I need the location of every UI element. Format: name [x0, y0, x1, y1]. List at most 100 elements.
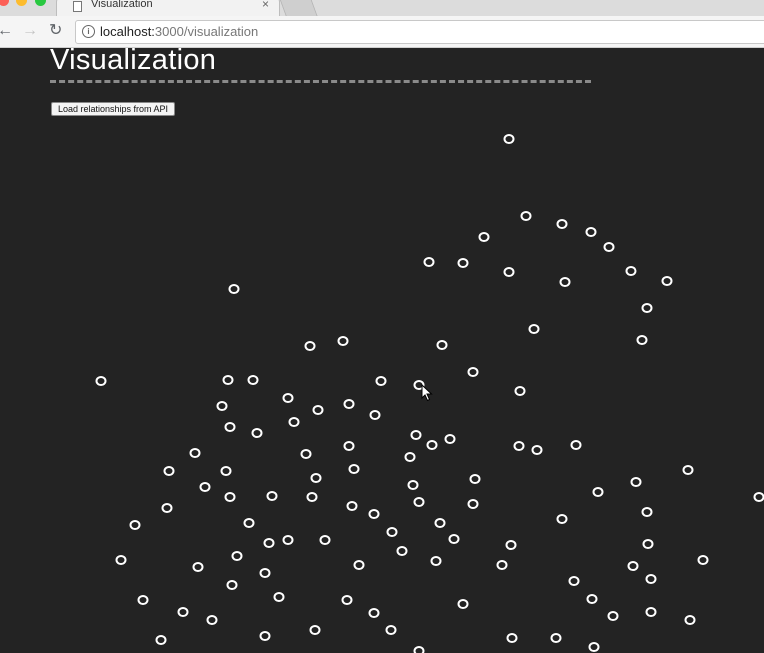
graph-node[interactable] [496, 560, 508, 570]
graph-node[interactable] [641, 507, 653, 517]
graph-node[interactable] [434, 518, 446, 528]
graph-node[interactable] [444, 434, 456, 444]
graph-node[interactable] [247, 375, 259, 385]
graph-node[interactable] [513, 441, 525, 451]
graph-node[interactable] [436, 340, 448, 350]
graph-node[interactable] [448, 534, 460, 544]
graph-node[interactable] [346, 501, 358, 511]
graph-node[interactable] [369, 410, 381, 420]
graph-node[interactable] [410, 430, 422, 440]
graph-node[interactable] [115, 555, 127, 565]
graph-node[interactable] [304, 341, 316, 351]
graph-node[interactable] [231, 551, 243, 561]
graph-node[interactable] [163, 466, 175, 476]
graph-node[interactable] [224, 422, 236, 432]
graph-node[interactable] [228, 284, 240, 294]
graph-node[interactable] [341, 595, 353, 605]
graph-node[interactable] [636, 335, 648, 345]
graph-node[interactable] [226, 580, 238, 590]
graph-node[interactable] [503, 267, 515, 277]
graph-node[interactable] [266, 491, 278, 501]
graph-node[interactable] [368, 509, 380, 519]
graph-node[interactable] [556, 514, 568, 524]
graph-node[interactable] [343, 399, 355, 409]
graph-node[interactable] [570, 440, 582, 450]
graph-node[interactable] [556, 219, 568, 229]
graph-node[interactable] [430, 556, 442, 566]
graph-node[interactable] [282, 535, 294, 545]
graph-node[interactable] [585, 227, 597, 237]
graph-node[interactable] [300, 449, 312, 459]
visualization-canvas[interactable] [0, 0, 764, 653]
graph-node[interactable] [404, 452, 416, 462]
graph-node[interactable] [586, 594, 598, 604]
graph-node[interactable] [603, 242, 615, 252]
graph-node[interactable] [407, 480, 419, 490]
load-relationships-button[interactable]: Load relationships from API [51, 102, 176, 116]
graph-node[interactable] [309, 625, 321, 635]
graph-node[interactable] [457, 599, 469, 609]
graph-node[interactable] [312, 405, 324, 415]
graph-node[interactable] [457, 258, 469, 268]
graph-node[interactable] [161, 503, 173, 513]
graph-node[interactable] [348, 464, 360, 474]
graph-node[interactable] [386, 527, 398, 537]
graph-node[interactable] [503, 134, 515, 144]
graph-node[interactable] [528, 324, 540, 334]
graph-node[interactable] [273, 592, 285, 602]
graph-node[interactable] [319, 535, 331, 545]
graph-node[interactable] [263, 538, 275, 548]
graph-node[interactable] [592, 487, 604, 497]
graph-node[interactable] [95, 376, 107, 386]
graph-node[interactable] [568, 576, 580, 586]
graph-node[interactable] [306, 492, 318, 502]
graph-node[interactable] [282, 393, 294, 403]
graph-node[interactable] [641, 303, 653, 313]
graph-node[interactable] [243, 518, 255, 528]
graph-node[interactable] [627, 561, 639, 571]
graph-node[interactable] [216, 401, 228, 411]
graph-node[interactable] [469, 474, 481, 484]
graph-node[interactable] [588, 642, 600, 652]
graph-node[interactable] [224, 492, 236, 502]
graph-node[interactable] [343, 441, 355, 451]
graph-node[interactable] [129, 520, 141, 530]
graph-node[interactable] [506, 633, 518, 643]
graph-node[interactable] [222, 375, 234, 385]
graph-node[interactable] [682, 465, 694, 475]
graph-node[interactable] [368, 608, 380, 618]
graph-node[interactable] [288, 417, 300, 427]
graph-node[interactable] [753, 492, 764, 502]
graph-node[interactable] [259, 568, 271, 578]
graph-node[interactable] [192, 562, 204, 572]
graph-node[interactable] [467, 499, 479, 509]
graph-node[interactable] [684, 615, 696, 625]
graph-node[interactable] [259, 631, 271, 641]
graph-node[interactable] [206, 615, 218, 625]
graph-node[interactable] [220, 466, 232, 476]
graph-node[interactable] [189, 448, 201, 458]
graph-node[interactable] [645, 574, 657, 584]
graph-node[interactable] [550, 633, 562, 643]
graph-node[interactable] [375, 376, 387, 386]
graph-node[interactable] [413, 646, 425, 653]
graph-node[interactable] [177, 607, 189, 617]
graph-node[interactable] [520, 211, 532, 221]
graph-node[interactable] [697, 555, 709, 565]
graph-node[interactable] [478, 232, 490, 242]
graph-node[interactable] [310, 473, 322, 483]
graph-node[interactable] [396, 546, 408, 556]
graph-node[interactable] [467, 367, 479, 377]
graph-node[interactable] [514, 386, 526, 396]
graph-node[interactable] [199, 482, 211, 492]
graph-node[interactable] [137, 595, 149, 605]
graph-node[interactable] [413, 497, 425, 507]
graph-node[interactable] [337, 336, 349, 346]
graph-node[interactable] [423, 257, 435, 267]
graph-node[interactable] [642, 539, 654, 549]
graph-node[interactable] [607, 611, 619, 621]
graph-node[interactable] [531, 445, 543, 455]
graph-node[interactable] [353, 560, 365, 570]
graph-node[interactable] [385, 625, 397, 635]
graph-node[interactable] [559, 277, 571, 287]
